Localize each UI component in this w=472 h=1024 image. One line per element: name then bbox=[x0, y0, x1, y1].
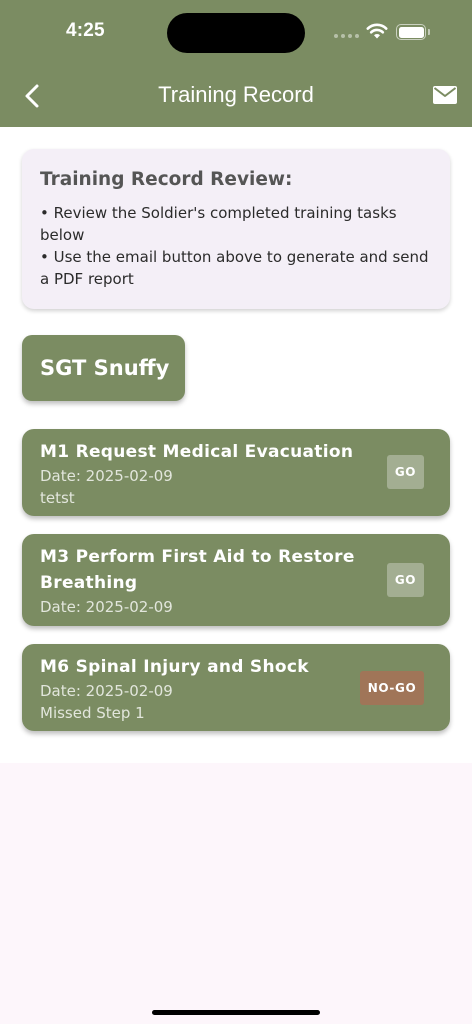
wifi-icon bbox=[366, 23, 388, 39]
home-indicator[interactable] bbox=[152, 1010, 320, 1015]
page-title: Training Record bbox=[158, 82, 314, 107]
cellular-signal-icon bbox=[334, 34, 359, 38]
soldier-name-chip[interactable]: SGT Snuffy bbox=[22, 335, 185, 401]
battery-tip bbox=[428, 29, 430, 35]
task-note: Missed Step 1 bbox=[40, 704, 145, 722]
info-title: Training Record Review: bbox=[40, 169, 293, 190]
info-line: • Use the email button above to generate… bbox=[40, 248, 429, 288]
task-title: M3 Perform First Aid to Restore Breathin… bbox=[40, 547, 355, 593]
task-title: M6 Spinal Injury and Shock bbox=[40, 657, 309, 677]
status-badge-go: GO bbox=[387, 563, 424, 597]
dynamic-island bbox=[167, 13, 305, 53]
task-note: tetst bbox=[40, 489, 75, 507]
task-title: M1 Request Medical Evacuation bbox=[40, 442, 354, 462]
mail-button[interactable] bbox=[432, 85, 458, 105]
battery-icon bbox=[396, 24, 426, 40]
main-content: Training Record Review: • Review the Sol… bbox=[0, 127, 472, 763]
task-date: Date: 2025-02-09 bbox=[40, 598, 173, 616]
task-card[interactable]: M6 Spinal Injury and Shock Date: 2025-02… bbox=[22, 644, 450, 731]
app-header: 4:25 Training Record bbox=[0, 0, 472, 127]
task-card[interactable]: M3 Perform First Aid to Restore Breathin… bbox=[22, 534, 450, 626]
status-badge-nogo: NO-GO bbox=[360, 671, 424, 705]
review-info-card: Training Record Review: • Review the Sol… bbox=[22, 149, 450, 309]
task-card[interactable]: M1 Request Medical Evacuation Date: 2025… bbox=[22, 429, 450, 516]
status-badge-go: GO bbox=[387, 455, 424, 489]
info-line: • Review the Soldier's completed trainin… bbox=[40, 204, 397, 244]
status-time: 4:25 bbox=[66, 20, 105, 41]
task-date: Date: 2025-02-09 bbox=[40, 467, 173, 485]
